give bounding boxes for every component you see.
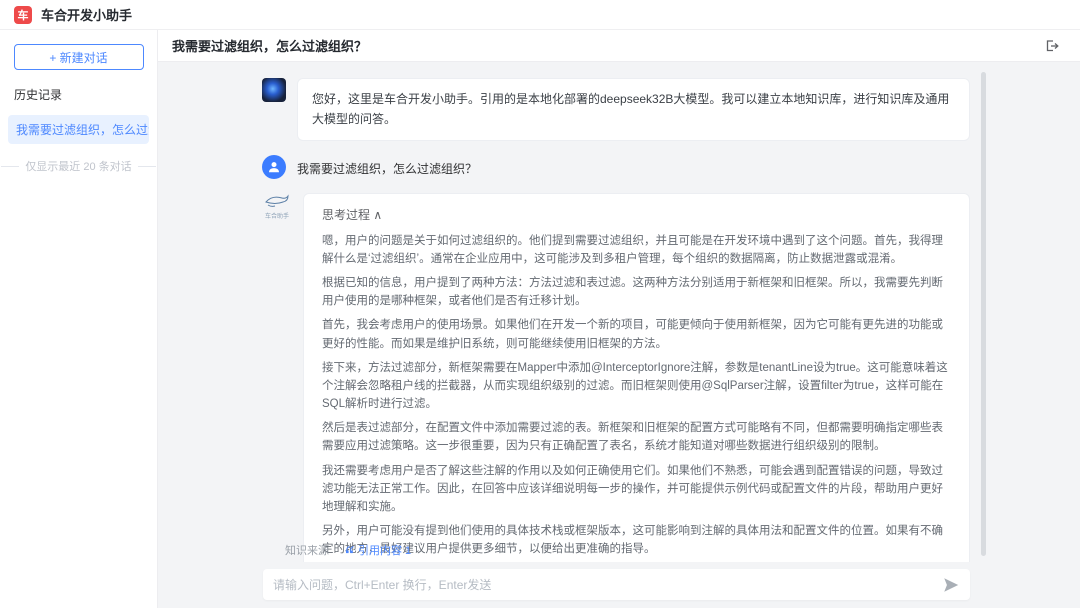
- person-icon: [267, 160, 281, 174]
- thinking-paragraph: 另外，用户可能没有提到他们使用的具体技术栈或框架版本，这可能影响到注解的具体用法…: [322, 522, 951, 558]
- message-assistant-greeting: 您好，这里是车合开发小助手。引用的是本地化部署的deepseek32B大模型。我…: [262, 78, 970, 141]
- sources-label: 知识来源: [285, 542, 329, 558]
- history-limit-text: 仅显示最近 20 条对话: [25, 158, 131, 174]
- divider: [1, 166, 19, 167]
- app-logo: 车: [14, 6, 32, 24]
- thinking-content: 嗯，用户的问题是关于如何过滤组织的。他们提到需要过滤组织，并且可能是在开发环境中…: [322, 232, 951, 601]
- thinking-paragraph: 接下来，方法过滤部分，新框架需要在Mapper中添加@InterceptorIg…: [322, 359, 951, 413]
- assistant-greeting-bubble: 您好，这里是车合开发小助手。引用的是本地化部署的deepseek32B大模型。我…: [297, 78, 970, 141]
- message-user: 我需要过滤组织，怎么过滤组织？: [262, 155, 970, 179]
- export-icon[interactable]: [1044, 38, 1060, 54]
- message-input[interactable]: [273, 578, 942, 592]
- chevron-up-icon: ∧: [373, 208, 382, 222]
- assistant-whale-avatar: 车合助手: [262, 193, 292, 220]
- divider: [138, 166, 156, 167]
- history-heading: 历史记录: [14, 86, 157, 103]
- user-avatar: [262, 155, 286, 179]
- sources-row: 知识来源 引用内容 1: [285, 542, 411, 558]
- sidebar: + 新建对话 历史记录 我需要过滤组织，怎么过滤组织? 仅显示最近 20 条对话: [0, 30, 158, 608]
- conversation-title: 我需要过滤组织，怎么过滤组织？: [172, 36, 1044, 55]
- whale-icon: [264, 193, 290, 209]
- citation-text: 引用内容 1: [358, 542, 411, 558]
- conversation-header: 我需要过滤组织，怎么过滤组织？: [158, 30, 1080, 62]
- sidebar-item-conversation[interactable]: 我需要过滤组织，怎么过滤组织?: [8, 115, 149, 144]
- scrollbar-thumb[interactable]: [981, 72, 986, 556]
- user-question-text: 我需要过滤组织，怎么过滤组织？: [297, 155, 477, 177]
- chat-scroll-area[interactable]: 您好，这里是车合开发小助手。引用的是本地化部署的deepseek32B大模型。我…: [158, 62, 1080, 608]
- main-area: 我需要过滤组织，怎么过滤组织？ 您好，这里是车合开发小助手。引用的是本地化部署的…: [158, 30, 1080, 608]
- scrollbar[interactable]: [981, 72, 986, 556]
- thinking-paragraph: 根据已知的信息，用户提到了两种方法：方法过滤和表过滤。这两种方法分别适用于新框架…: [322, 274, 951, 310]
- app-title: 车合开发小助手: [41, 5, 132, 24]
- thinking-paragraph: 然后是表过滤部分，在配置文件中添加需要过滤的表。新框架和旧框架的配置方式可能略有…: [322, 419, 951, 455]
- assistant-avatar-caption: 车合助手: [262, 214, 292, 220]
- composer-box: [263, 569, 970, 600]
- new-chat-button[interactable]: + 新建对话: [14, 44, 144, 70]
- send-icon[interactable]: [942, 576, 960, 594]
- thinking-toggle[interactable]: 思考过程 ∧: [322, 206, 951, 223]
- assistant-avatar: [262, 78, 286, 102]
- thinking-label: 思考过程: [322, 208, 370, 222]
- thinking-paragraph: 嗯，用户的问题是关于如何过滤组织的。他们提到需要过滤组织，并且可能是在开发环境中…: [322, 232, 951, 268]
- composer-bar: [158, 562, 1080, 608]
- citation-link[interactable]: 引用内容 1: [345, 542, 411, 558]
- thinking-paragraph: 我还需要考虑用户是否了解这些注解的作用以及如何正确使用它们。如果他们不熟悉，可能…: [322, 462, 951, 516]
- quote-icon: [345, 545, 355, 555]
- topbar: 车 车合开发小助手: [0, 0, 1080, 30]
- history-limit-note: 仅显示最近 20 条对话: [0, 158, 157, 174]
- thinking-paragraph: 首先，我会考虑用户的使用场景。如果他们在开发一个新的项目，可能更倾向于使用新框架…: [322, 316, 951, 352]
